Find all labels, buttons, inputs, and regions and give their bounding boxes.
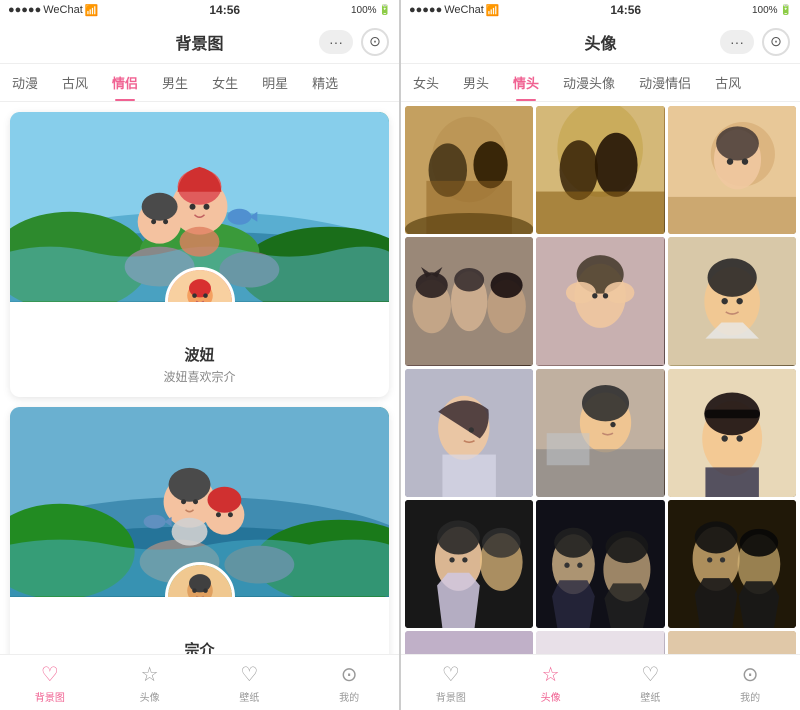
- right-carrier: WeChat: [444, 4, 484, 16]
- right-nav-background-label: 背景图: [436, 689, 466, 704]
- right-more-button[interactable]: ···: [720, 30, 754, 54]
- right-title: 头像: [584, 30, 616, 54]
- left-battery-pct: 100%: [351, 5, 377, 16]
- right-battery-icon: 🔋: [780, 5, 792, 16]
- photo-13[interactable]: [405, 631, 533, 654]
- left-tab-mingxing[interactable]: 明星: [250, 64, 300, 101]
- photo-5[interactable]: [536, 237, 664, 365]
- photo-9[interactable]: [668, 369, 796, 497]
- left-nav-background-icon: ♡: [41, 662, 59, 687]
- photo-8[interactable]: [536, 369, 664, 497]
- right-nav-avatar[interactable]: ☆ 头像: [501, 662, 601, 704]
- left-tab-nvsheng[interactable]: 女生: [200, 64, 250, 101]
- right-nav-mine-label: 我的: [740, 689, 760, 704]
- left-card-2-bg: [10, 407, 389, 597]
- photo-12[interactable]: [668, 500, 796, 628]
- photo-7[interactable]: [405, 369, 533, 497]
- left-nav-wallpaper-icon: ♡: [240, 662, 258, 687]
- left-card-1-name: 波妞: [20, 344, 379, 365]
- left-nav-mine-label: 我的: [339, 689, 359, 704]
- left-more-button[interactable]: ···: [319, 30, 353, 54]
- left-wifi-icon: 📶: [85, 4, 99, 17]
- right-phone: ●●●●● WeChat 📶 14:56 100% 🔋 头像 ··· ⊙ 女头 …: [401, 0, 800, 710]
- left-status-bar: ●●●●● WeChat 📶 14:56 100% 🔋: [0, 0, 399, 20]
- left-carrier: WeChat: [43, 4, 83, 16]
- right-nav-wallpaper[interactable]: ♡ 壁纸: [601, 662, 701, 704]
- right-nav-mine-icon: ⊙: [742, 662, 759, 687]
- right-top-bar: 头像 ··· ⊙: [401, 20, 800, 64]
- right-nav-background-icon: ♡: [442, 662, 460, 687]
- left-battery: 100% 🔋: [351, 5, 391, 16]
- left-card-1-info: 波妞 波妞喜欢宗介: [10, 302, 389, 397]
- right-nav-background[interactable]: ♡ 背景图: [401, 662, 501, 704]
- left-tab-qinglu[interactable]: 情侣: [100, 64, 150, 101]
- right-tab-nvtou[interactable]: 女头: [401, 64, 451, 101]
- left-time: 14:56: [209, 3, 240, 17]
- photo-4[interactable]: [405, 237, 533, 365]
- right-tab-gufeng[interactable]: 古风: [703, 64, 753, 101]
- left-top-bar: 背景图 ··· ⊙: [0, 20, 399, 64]
- left-nav-background-label: 背景图: [35, 689, 65, 704]
- left-signal-dots: ●●●●●: [8, 4, 41, 16]
- right-signal: ●●●●● WeChat 📶: [409, 4, 499, 17]
- left-tab-jingxuan[interactable]: 精选: [300, 64, 350, 101]
- left-card-2[interactable]: 宗介 我也喜欢你: [10, 407, 389, 654]
- photo-15[interactable]: [668, 631, 796, 654]
- photo-2[interactable]: [536, 106, 664, 234]
- left-nav-background[interactable]: ♡ 背景图: [0, 662, 100, 704]
- left-phone: ●●●●● WeChat 📶 14:56 100% 🔋 背景图 ··· ⊙ 动漫…: [0, 0, 399, 710]
- left-card-1-bg: [10, 112, 389, 302]
- left-nav-avatar[interactable]: ☆ 头像: [100, 662, 200, 704]
- left-nav-mine-icon: ⊙: [341, 662, 358, 687]
- right-tab-nantou[interactable]: 男头: [451, 64, 501, 101]
- left-tab-gufeng[interactable]: 古风: [50, 64, 100, 101]
- left-tab-nansheng[interactable]: 男生: [150, 64, 200, 101]
- right-time: 14:56: [610, 3, 641, 17]
- right-battery-pct: 100%: [752, 5, 778, 16]
- left-target-button[interactable]: ⊙: [361, 28, 389, 56]
- photo-10[interactable]: [405, 500, 533, 628]
- left-card-2-name: 宗介: [20, 639, 379, 654]
- right-bottom-nav: ♡ 背景图 ☆ 头像 ♡ 壁纸 ⊙ 我的: [401, 654, 800, 710]
- right-nav-avatar-label: 头像: [541, 689, 561, 704]
- left-category-tabs: 动漫 古风 情侣 男生 女生 明星 精选: [0, 64, 399, 102]
- photo-11[interactable]: [536, 500, 664, 628]
- right-tab-dongman-qinglv[interactable]: 动漫情侣: [627, 64, 703, 101]
- left-bottom-nav: ♡ 背景图 ☆ 头像 ♡ 壁纸 ⊙ 我的: [0, 654, 399, 710]
- left-card-1[interactable]: 波妞 波妞喜欢宗介: [10, 112, 389, 397]
- photo-3[interactable]: [668, 106, 796, 234]
- left-nav-wallpaper-label: 壁纸: [239, 689, 259, 704]
- right-nav-wallpaper-label: 壁纸: [640, 689, 660, 704]
- left-tab-dongman[interactable]: 动漫: [0, 64, 50, 101]
- right-category-tabs: 女头 男头 情头 动漫头像 动漫情侣 古风: [401, 64, 800, 102]
- right-nav-mine[interactable]: ⊙ 我的: [700, 662, 800, 704]
- right-target-button[interactable]: ⊙: [762, 28, 790, 56]
- right-wifi-icon: 📶: [486, 4, 500, 17]
- left-signal: ●●●●● WeChat 📶: [8, 4, 98, 17]
- photo-14[interactable]: [536, 631, 664, 654]
- right-status-bar: ●●●●● WeChat 📶 14:56 100% 🔋: [401, 0, 800, 20]
- right-signal-dots: ●●●●●: [409, 4, 442, 16]
- left-nav-wallpaper[interactable]: ♡ 壁纸: [200, 662, 300, 704]
- left-title: 背景图: [175, 30, 223, 54]
- photo-1[interactable]: [405, 106, 533, 234]
- left-nav-avatar-label: 头像: [140, 689, 160, 704]
- right-nav-avatar-icon: ☆: [542, 662, 560, 687]
- left-content[interactable]: 波妞 波妞喜欢宗介: [0, 102, 399, 654]
- left-nav-avatar-icon: ☆: [141, 662, 159, 687]
- right-nav-wallpaper-icon: ♡: [641, 662, 659, 687]
- left-card-1-desc: 波妞喜欢宗介: [20, 368, 379, 385]
- right-photo-grid: [401, 102, 800, 654]
- left-card-2-info: 宗介 我也喜欢你: [10, 597, 389, 654]
- right-content: [401, 102, 800, 654]
- right-tab-qingtou[interactable]: 情头: [501, 64, 551, 101]
- right-actions: ··· ⊙: [720, 28, 790, 56]
- photo-6[interactable]: [668, 237, 796, 365]
- right-tab-dongman-tou[interactable]: 动漫头像: [551, 64, 627, 101]
- right-battery: 100% 🔋: [752, 5, 792, 16]
- left-actions: ··· ⊙: [319, 28, 389, 56]
- left-battery-icon: 🔋: [379, 5, 391, 16]
- left-nav-mine[interactable]: ⊙ 我的: [299, 662, 399, 704]
